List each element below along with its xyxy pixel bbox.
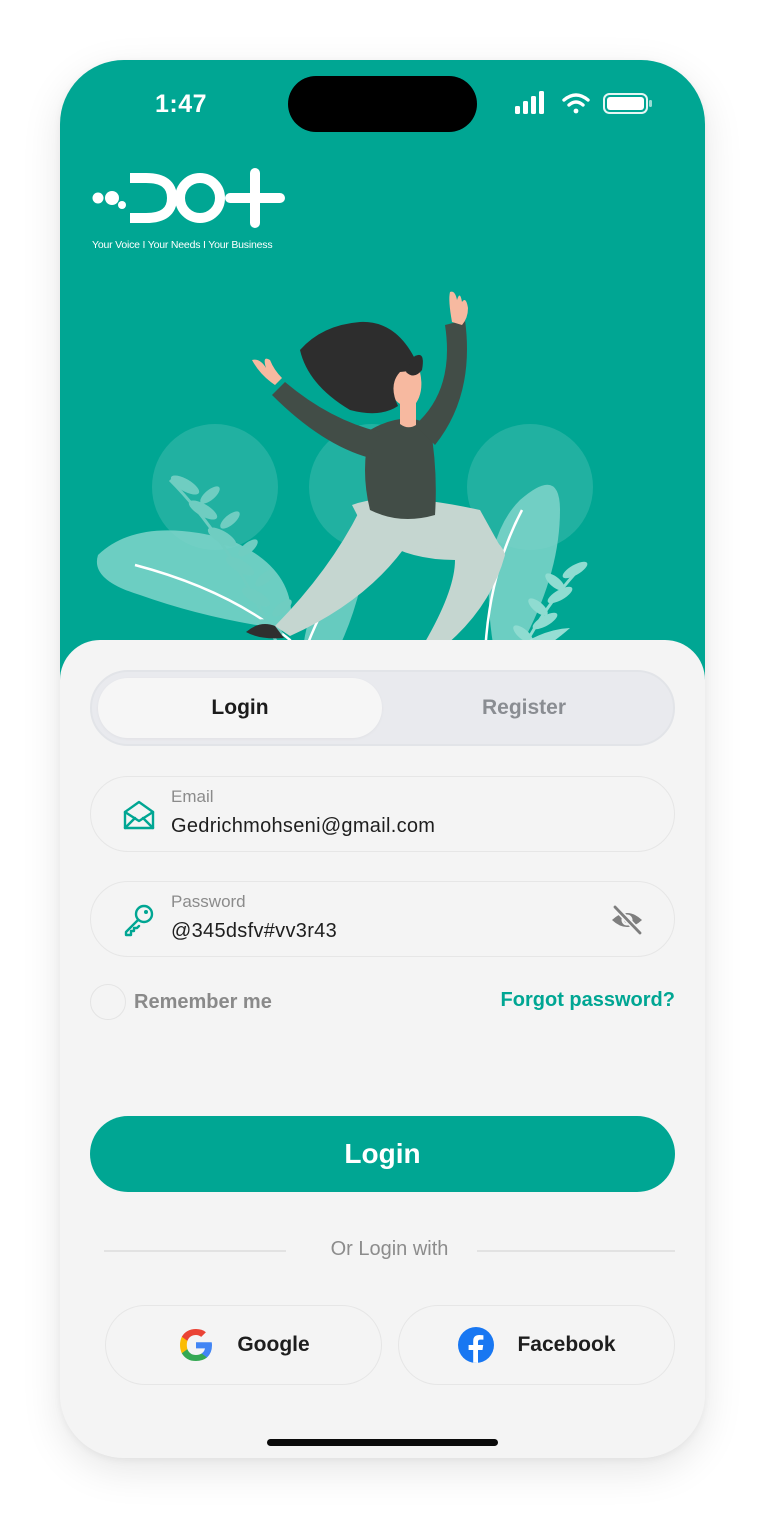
password-label: Password [171, 892, 246, 911]
remember-me[interactable]: Remember me [90, 984, 272, 1020]
divider-line-right [477, 1250, 675, 1252]
login-button[interactable]: Login [90, 1116, 675, 1192]
google-login-button[interactable]: Google [105, 1305, 382, 1385]
facebook-icon [458, 1327, 495, 1363]
facebook-login-button[interactable]: Facebook [398, 1305, 675, 1385]
facebook-label: Facebook [517, 1333, 616, 1356]
email-field[interactable]: Email [90, 776, 675, 852]
auth-tab-switcher: Login Register [90, 670, 675, 746]
battery-icon [603, 93, 652, 114]
email-label: Email [171, 787, 214, 806]
remember-label: Remember me [134, 990, 272, 1013]
email-input[interactable] [171, 815, 591, 838]
home-indicator[interactable] [267, 1439, 498, 1446]
dynamic-island [288, 76, 477, 132]
tab-register[interactable]: Register [382, 678, 666, 738]
google-label: Google [237, 1333, 310, 1356]
status-icons [515, 91, 652, 114]
social-divider: Or Login with [104, 1236, 675, 1266]
password-input[interactable] [171, 920, 591, 943]
key-icon [124, 904, 154, 937]
remember-checkbox[interactable] [90, 984, 126, 1020]
eye-off-icon[interactable] [609, 902, 645, 938]
tab-login[interactable]: Login [98, 678, 382, 738]
google-icon [180, 1329, 213, 1361]
envelope-open-icon [123, 800, 155, 830]
wifi-icon [562, 93, 590, 114]
forgot-password-link[interactable]: Forgot password? [501, 989, 675, 1012]
phone-frame: 1:47 Your Voice I Your Needs I Your Busi… [60, 60, 705, 1458]
status-time: 1:47 [155, 90, 208, 118]
login-sheet: Login Register Email Password [60, 640, 705, 1458]
signal-icon [515, 91, 544, 114]
password-field[interactable]: Password [90, 881, 675, 957]
